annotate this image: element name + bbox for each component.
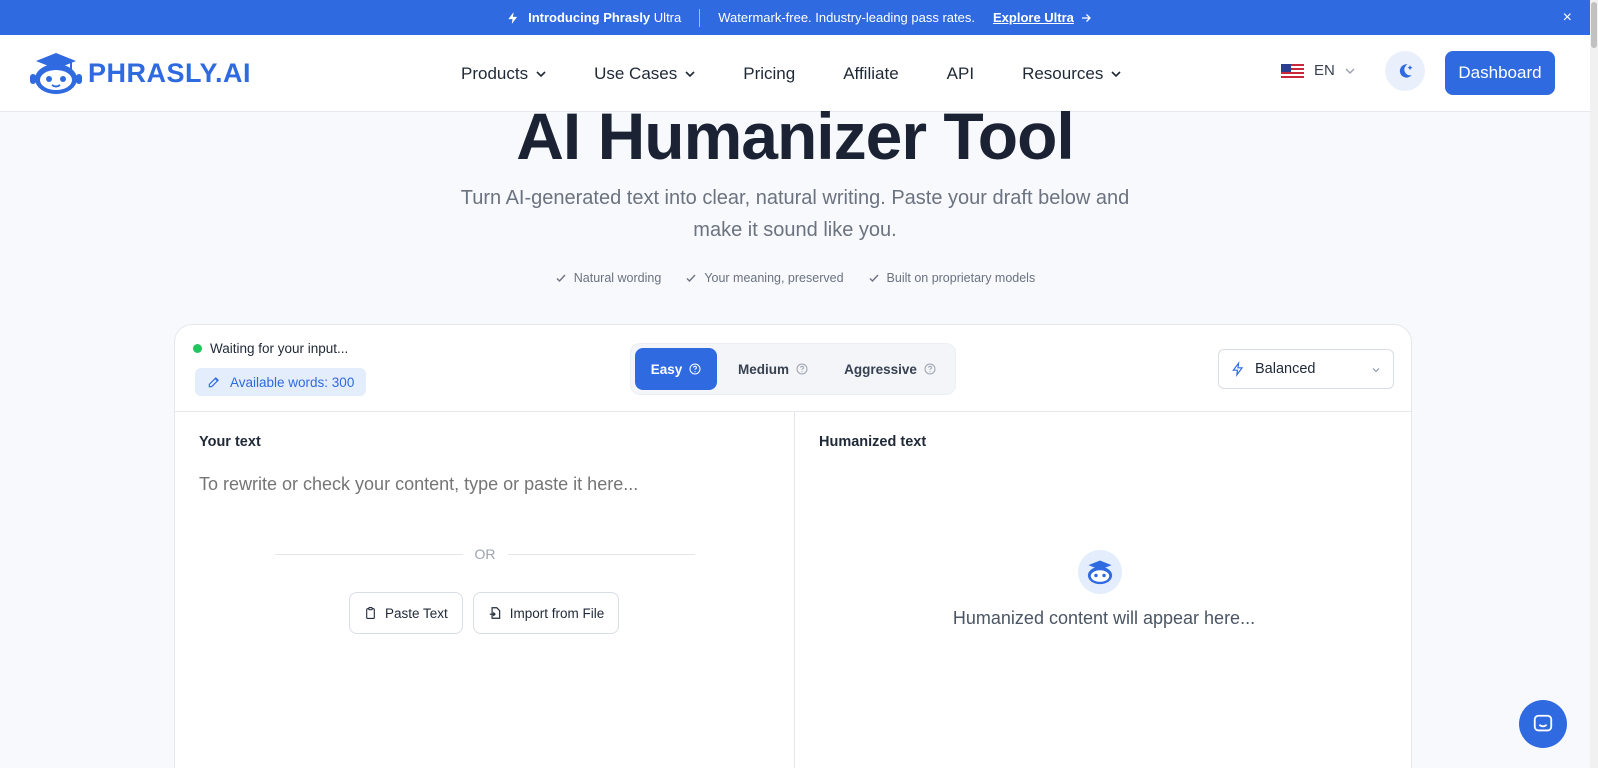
announcement-bar: Introducing Phrasly Ultra Watermark-free… — [0, 0, 1598, 35]
help-icon[interactable] — [689, 363, 701, 375]
paste-text-button[interactable]: Paste Text — [349, 592, 463, 634]
available-words-badge: Available words: 300 — [195, 368, 367, 396]
arrow-right-icon — [1081, 13, 1091, 22]
chevron-down-icon — [1111, 70, 1121, 77]
mode-easy-label: Easy — [650, 361, 683, 377]
feature-item: Your meaning, preserved — [685, 271, 844, 285]
status-text: Waiting for your input... — [210, 341, 349, 356]
import-file-button[interactable]: Import from File — [472, 592, 620, 634]
import-file-label: Import from File — [509, 605, 605, 621]
clipboard-icon — [366, 607, 375, 619]
help-icon[interactable] — [796, 363, 808, 375]
card-header: Waiting for your input... Available word… — [175, 325, 1411, 412]
nav-use-cases-label: Use Cases — [594, 63, 678, 83]
page-scrollbar[interactable] — [1590, 0, 1598, 768]
help-icon[interactable] — [924, 363, 936, 375]
divider-line — [507, 553, 695, 555]
nav-use-cases[interactable]: Use Cases — [594, 64, 695, 84]
robot-mascot-icon — [30, 53, 82, 94]
nav-api-label: API — [946, 63, 975, 83]
input-textarea[interactable] — [199, 464, 769, 504]
chevron-down-icon — [685, 70, 695, 77]
mode-medium-button[interactable]: Medium — [721, 348, 825, 390]
scrollbar-thumb[interactable] — [1591, 2, 1597, 48]
moon-icon — [1399, 64, 1413, 78]
output-pane: Humanized text Humanized content will ap… — [795, 412, 1413, 768]
check-icon — [556, 274, 566, 283]
nav-products[interactable]: Products — [461, 64, 546, 84]
logo-text: PHRASLY.AI — [88, 57, 252, 88]
nav-products-label: Products — [461, 63, 529, 83]
output-label: Humanized text — [819, 434, 927, 450]
feature-item: Natural wording — [555, 271, 662, 285]
announcement-tagline: Watermark-free. Industry-leading pass ra… — [718, 10, 975, 25]
feature-label: Natural wording — [573, 271, 662, 285]
chevron-down-icon — [1372, 368, 1380, 373]
robot-icon — [1078, 550, 1122, 594]
divider-line — [275, 553, 463, 555]
nav-pricing-label: Pricing — [743, 63, 796, 83]
output-placeholder: Humanized content will appear here... — [952, 608, 1256, 628]
language-selector[interactable]: EN — [1281, 62, 1355, 79]
announcement-divider — [699, 8, 701, 27]
input-pane: Your text OR Paste Text Import from File — [175, 412, 795, 768]
chat-widget-button[interactable] — [1519, 700, 1567, 748]
nav-resources[interactable]: Resources — [1022, 64, 1121, 84]
status-indicator: Waiting for your input... — [193, 341, 348, 356]
paste-text-label: Paste Text — [385, 605, 448, 621]
status-dot — [193, 344, 202, 353]
nav-affiliate-label: Affiliate — [843, 63, 899, 83]
check-icon — [686, 274, 696, 283]
language-label: EN — [1314, 62, 1335, 79]
chevron-down-icon — [536, 70, 546, 77]
feature-label: Your meaning, preserved — [704, 271, 844, 285]
nav-resources-label: Resources — [1022, 63, 1104, 83]
feature-list: Natural wording Your meaning, preserved … — [0, 271, 1590, 285]
check-icon — [869, 274, 879, 283]
close-announcement-button[interactable]: × — [1563, 9, 1572, 27]
or-divider: OR — [275, 546, 695, 562]
mode-aggressive-label: Aggressive — [844, 361, 917, 377]
lightning-icon — [1232, 361, 1244, 377]
input-label: Your text — [199, 434, 261, 450]
mode-medium-label: Medium — [737, 361, 789, 377]
us-flag-icon — [1281, 63, 1304, 78]
explore-ultra-label: Explore Ultra — [992, 10, 1074, 25]
nav-api[interactable]: API — [947, 64, 974, 84]
style-dropdown-value: Balanced — [1255, 361, 1316, 377]
page-title: AI Humanizer Tool — [516, 99, 1074, 173]
nav-pricing[interactable]: Pricing — [743, 64, 795, 84]
mode-easy-button[interactable]: Easy — [635, 348, 717, 390]
explore-ultra-link[interactable]: Explore Ultra — [993, 10, 1092, 25]
input-actions: Paste Text Import from File — [349, 592, 620, 634]
nav-affiliate[interactable]: Affiliate — [843, 64, 898, 84]
feature-label: Built on proprietary models — [886, 271, 1036, 285]
lightning-icon — [508, 11, 518, 24]
file-import-icon — [489, 607, 501, 619]
announcement-intro: Introducing Phrasly — [528, 10, 651, 25]
page-subtitle: Turn AI-generated text into clear, natur… — [460, 187, 1130, 241]
theme-toggle-button[interactable] — [1385, 51, 1425, 91]
pencil-icon — [208, 377, 219, 388]
dashboard-button[interactable]: Dashboard — [1445, 51, 1555, 95]
logo[interactable]: PHRASLY.AI — [30, 51, 251, 95]
mode-selector: Easy Medium Aggressive — [630, 343, 956, 395]
or-label: OR — [474, 546, 496, 562]
humanizer-card: Waiting for your input... Available word… — [174, 324, 1412, 768]
available-words-text: Available words: 300 — [230, 374, 355, 390]
style-dropdown[interactable]: Balanced — [1218, 349, 1394, 389]
mode-aggressive-button[interactable]: Aggressive — [829, 348, 951, 390]
chevron-down-icon — [1345, 68, 1355, 74]
announcement-intro-rest: Ultra — [653, 10, 682, 25]
feature-item: Built on proprietary models — [868, 271, 1036, 285]
chat-icon — [1533, 714, 1553, 732]
